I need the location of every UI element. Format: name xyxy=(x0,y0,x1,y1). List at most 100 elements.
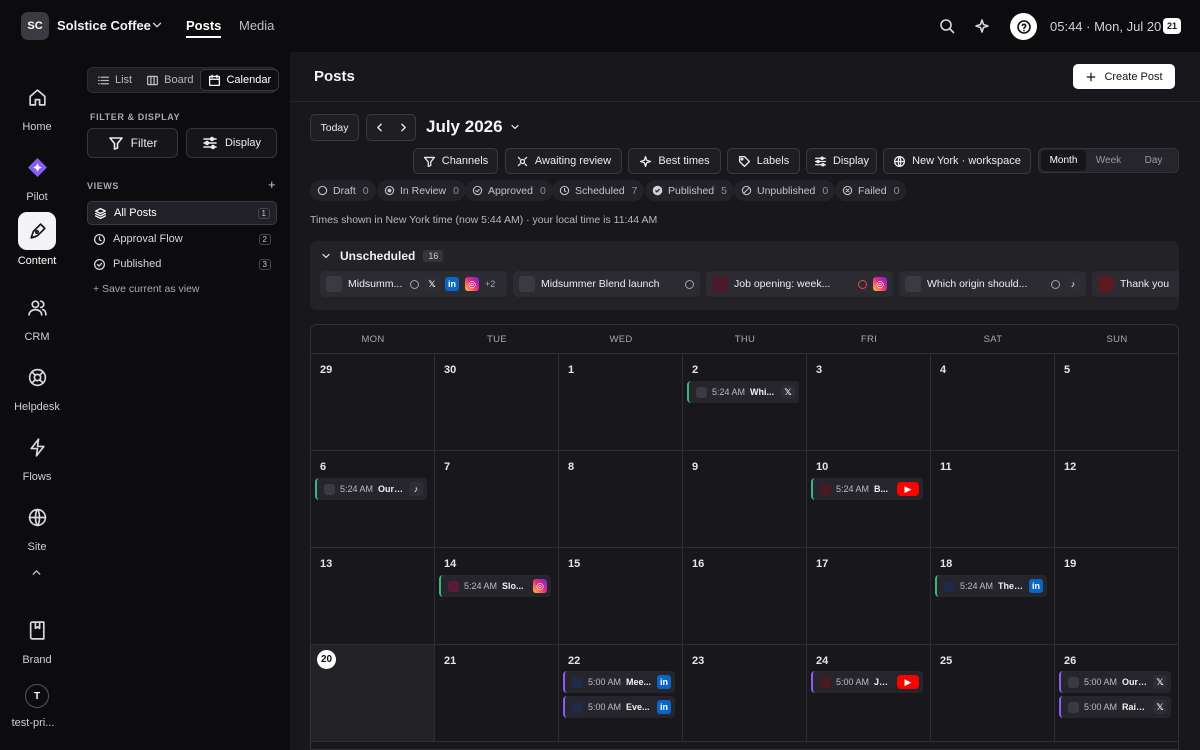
chevron-down-icon[interactable] xyxy=(150,18,164,32)
calendar-day[interactable]: 30 xyxy=(435,354,559,451)
rail-item-helpdesk[interactable]: Helpdesk xyxy=(0,358,74,413)
calendar-date-badge[interactable]: 21 xyxy=(1163,18,1181,34)
sliders-icon xyxy=(203,136,217,150)
calendar-day[interactable]: 8 xyxy=(559,451,683,548)
best-times-button[interactable]: Best times xyxy=(628,148,721,174)
rail-item-pilot[interactable]: Pilot xyxy=(0,148,74,203)
status-chip-draft[interactable]: Draft 0 xyxy=(310,180,376,201)
calendar-event[interactable]: 5:00 AM Eve... in xyxy=(563,696,675,718)
calendar-day[interactable]: 12 xyxy=(1055,451,1178,548)
search-icon[interactable] xyxy=(939,18,955,34)
rail-item-home[interactable]: Home xyxy=(0,78,74,133)
today-button[interactable]: Today xyxy=(310,114,359,141)
calendar-day[interactable]: 22 5:00 AM Mee... in 5:00 AM Eve... in xyxy=(559,645,683,742)
channels-button[interactable]: Channels xyxy=(413,148,498,174)
unscheduled-card[interactable]: Midsumm... 𝕏 in ◎ +2 xyxy=(320,271,507,297)
calendar-day[interactable]: 9 xyxy=(683,451,807,548)
add-view-icon[interactable]: + xyxy=(268,177,276,192)
help-icon[interactable] xyxy=(1010,13,1037,40)
view-item-approval-flow[interactable]: Approval Flow 2 xyxy=(87,227,277,251)
calendar-day[interactable]: 13 xyxy=(311,548,435,645)
calendar-day[interactable]: 14 5:24 AM Slo... ◎ xyxy=(435,548,559,645)
calendar-day[interactable]: 17 xyxy=(807,548,931,645)
unscheduled-card[interactable]: Midsummer Blend launch xyxy=(513,271,700,297)
calendar-event[interactable]: 5:00 AM Rain... 𝕏 xyxy=(1059,696,1171,718)
view-board-button[interactable]: Board xyxy=(139,69,200,91)
calendar-day[interactable]: 29 xyxy=(311,354,435,451)
labels-button[interactable]: Labels xyxy=(727,148,800,174)
rail-item-site[interactable]: Site xyxy=(0,498,74,553)
range-week-button[interactable]: Week xyxy=(1086,150,1131,171)
tab-posts[interactable]: Posts xyxy=(186,18,222,38)
calendar-event[interactable]: 5:00 AM Our ... 𝕏 xyxy=(1059,671,1171,693)
calendar-day[interactable]: 24 5:00 AM Jo... ▶ xyxy=(807,645,931,742)
save-view-link[interactable]: + Save current as view xyxy=(93,283,200,295)
tab-media[interactable]: Media xyxy=(239,18,274,33)
awaiting-review-button[interactable]: Awaiting review xyxy=(505,148,622,174)
range-day-button[interactable]: Day xyxy=(1131,150,1176,171)
calendar-day[interactable]: 4 xyxy=(931,354,1055,451)
unscheduled-card[interactable]: Thank you xyxy=(1092,271,1179,297)
filter-label: Filter xyxy=(130,136,158,150)
display-button[interactable]: Display xyxy=(186,128,277,158)
view-item-all-posts[interactable]: All Posts 1 xyxy=(87,201,277,225)
day-number: 17 xyxy=(816,558,829,570)
calendar-day[interactable]: 23 xyxy=(683,645,807,742)
calendar-day[interactable]: 10 5:24 AM B... ▶ xyxy=(807,451,931,548)
calendar-day[interactable]: 6 5:24 AM Our ... ♪ xyxy=(311,451,435,548)
month-nav xyxy=(366,114,416,141)
create-post-button[interactable]: Create Post xyxy=(1073,64,1175,89)
next-month-icon[interactable] xyxy=(391,121,415,134)
prev-month-icon[interactable] xyxy=(367,121,391,134)
calendar-event[interactable]: 5:24 AM Whi... 𝕏 xyxy=(687,381,799,403)
calendar-event[interactable]: 5:24 AM Our ... ♪ xyxy=(315,478,427,500)
unscheduled-header[interactable]: Unscheduled 16 xyxy=(320,249,444,263)
chevron-up-icon[interactable] xyxy=(30,566,43,579)
status-chip-approved[interactable]: Approved 0 xyxy=(465,180,553,201)
weekday-label: SAT xyxy=(983,334,1003,345)
workspace-avatar[interactable]: SC xyxy=(21,12,49,40)
calendar-event[interactable]: 5:24 AM Slo... ◎ xyxy=(439,575,551,597)
filter-button[interactable]: Filter xyxy=(87,128,178,158)
status-chip-in-review[interactable]: In Review 0 xyxy=(377,180,466,201)
calendar-day[interactable]: 1 xyxy=(559,354,683,451)
unscheduled-card[interactable]: Which origin should... ♪ xyxy=(899,271,1086,297)
status-chip-scheduled[interactable]: Scheduled 7 xyxy=(552,180,645,201)
calendar-day[interactable]: 3 xyxy=(807,354,931,451)
status-chip-unpublished[interactable]: Unpublished 0 xyxy=(734,180,836,201)
range-month-button[interactable]: Month xyxy=(1041,150,1086,171)
calendar-day[interactable]: 5 xyxy=(1055,354,1178,451)
calendar-day-today[interactable]: 20 xyxy=(311,645,435,742)
user-avatar[interactable]: T xyxy=(25,684,49,708)
calendar-event[interactable]: 5:00 AM Mee... in xyxy=(563,671,675,693)
rail-item-content[interactable]: Content xyxy=(0,212,74,267)
calendar-day[interactable]: 21 xyxy=(435,645,559,742)
unscheduled-card[interactable]: Job opening: week... ◎ xyxy=(706,271,893,297)
calendar-day[interactable]: 26 5:00 AM Our ... 𝕏 5:00 AM Rain... 𝕏 xyxy=(1055,645,1178,742)
sparkle-icon[interactable] xyxy=(974,18,990,34)
rail-item-flows[interactable]: Flows xyxy=(0,428,74,483)
calendar-day[interactable]: 7 xyxy=(435,451,559,548)
month-picker[interactable]: July 2026 xyxy=(426,117,521,137)
calendar-day[interactable]: 2 5:24 AM Whi... 𝕏 xyxy=(683,354,807,451)
calendar-day[interactable]: 16 xyxy=(683,548,807,645)
timezone-button[interactable]: New York · workspace xyxy=(883,148,1031,174)
view-item-published[interactable]: Published 3 xyxy=(87,252,277,276)
status-chip-failed[interactable]: Failed 0 xyxy=(835,180,907,201)
calendar-event[interactable]: 5:24 AM The ... in xyxy=(935,575,1047,597)
calendar-event[interactable]: 5:00 AM Jo... ▶ xyxy=(811,671,923,693)
workspace-name[interactable]: Solstice Coffee xyxy=(57,18,151,33)
timezone-note: Times shown in New York time (now 5:44 A… xyxy=(310,214,658,226)
rail-item-crm[interactable]: CRM xyxy=(0,288,74,343)
calendar-day[interactable]: 19 xyxy=(1055,548,1178,645)
rail-item-brand[interactable]: Brand xyxy=(0,611,74,666)
calendar-event[interactable]: 5:24 AM B... ▶ xyxy=(811,478,923,500)
calendar-day[interactable]: 25 xyxy=(931,645,1055,742)
view-calendar-button[interactable]: Calendar xyxy=(200,69,280,91)
calendar-day[interactable]: 11 xyxy=(931,451,1055,548)
display-toolbar-button[interactable]: Display xyxy=(806,148,877,174)
status-chip-published[interactable]: Published 5 xyxy=(645,180,734,201)
view-list-button[interactable]: List xyxy=(90,69,139,91)
calendar-day[interactable]: 15 xyxy=(559,548,683,645)
calendar-day[interactable]: 18 5:24 AM The ... in xyxy=(931,548,1055,645)
